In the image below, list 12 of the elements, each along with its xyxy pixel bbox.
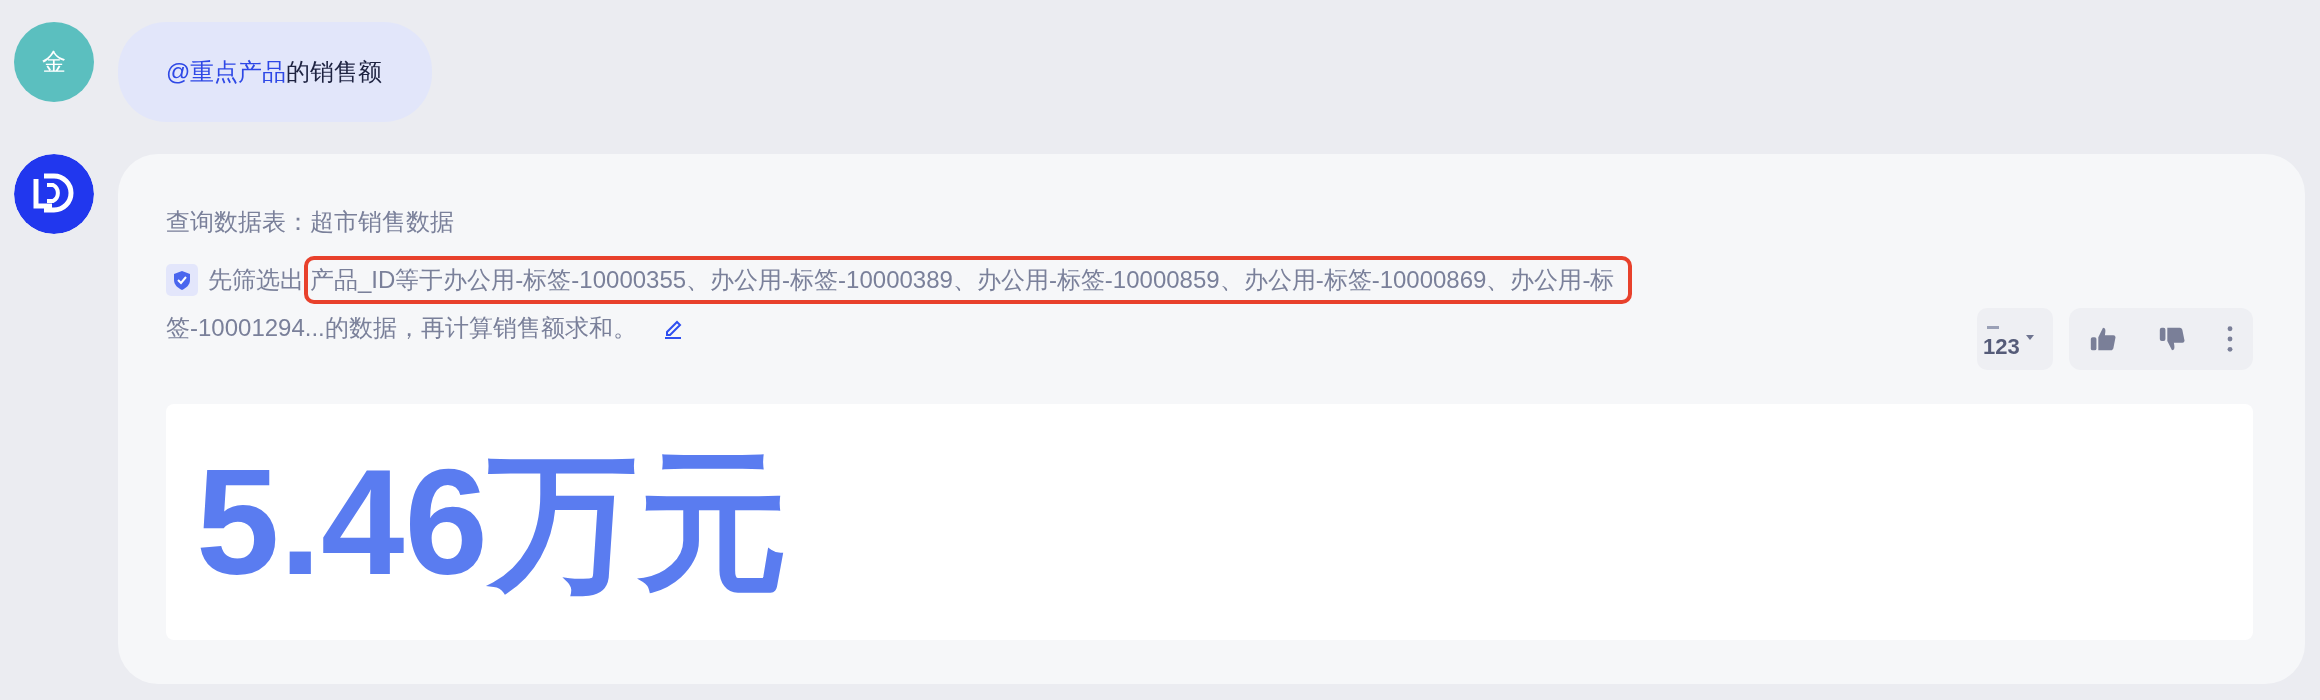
filter-text: 先筛选出 (208, 265, 304, 295)
user-avatar: 金 (14, 22, 94, 102)
source-text: 查询数据表：超市销售数据 (166, 207, 455, 237)
filter-text: 签-10001294...的数据，再计算销售额求和。 (166, 313, 637, 343)
message-bubble: @重点产品的销售额 (118, 22, 433, 122)
number-format-button[interactable]: 123 (1977, 308, 2053, 370)
result-value: 5.46万元 (196, 447, 788, 597)
more-icon[interactable] (2225, 324, 2234, 354)
caret-icon (2025, 335, 2034, 340)
shield-icon (166, 264, 198, 296)
highlighted-text: 产品_ID等于办公用-标签-10000355、办公用-标签-10000389、办公用-标签-10000859、办公用-标签-10000869、办公用-标 (304, 256, 1633, 304)
logo-icon (14, 154, 94, 234)
